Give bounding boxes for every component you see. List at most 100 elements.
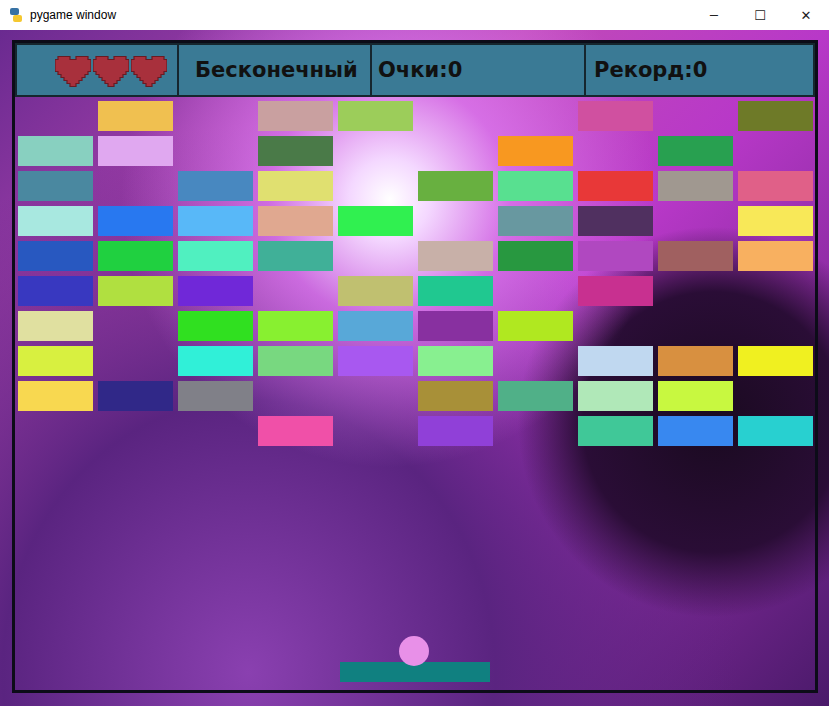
brick bbox=[338, 346, 413, 376]
brick bbox=[18, 346, 93, 376]
brick bbox=[178, 241, 253, 271]
brick bbox=[178, 346, 253, 376]
brick bbox=[178, 276, 253, 306]
empty-cell bbox=[418, 101, 493, 131]
brick bbox=[658, 171, 733, 201]
pygame-app: pygame window─☐✕ БесконечныйОчки:0Рекорд:… bbox=[0, 0, 829, 706]
empty-cell bbox=[178, 136, 253, 166]
empty-cell bbox=[98, 416, 173, 446]
brick bbox=[178, 311, 253, 341]
brick bbox=[418, 416, 493, 446]
lives bbox=[17, 45, 179, 95]
brick bbox=[418, 171, 493, 201]
brick bbox=[578, 416, 653, 446]
brick bbox=[738, 241, 813, 271]
empty-cell bbox=[658, 206, 733, 236]
empty-cell bbox=[18, 416, 93, 446]
brick bbox=[658, 241, 733, 271]
brick bbox=[738, 416, 813, 446]
brick bbox=[258, 206, 333, 236]
empty-cell bbox=[418, 206, 493, 236]
empty-cell bbox=[178, 101, 253, 131]
brick bbox=[18, 136, 93, 166]
brick bbox=[658, 136, 733, 166]
brick bbox=[578, 206, 653, 236]
brick bbox=[338, 206, 413, 236]
brick bbox=[98, 241, 173, 271]
record-label: Рекорд:0 bbox=[586, 45, 813, 95]
empty-cell bbox=[738, 311, 813, 341]
brick bbox=[98, 101, 173, 131]
brick bbox=[578, 276, 653, 306]
brick bbox=[258, 416, 333, 446]
brick bbox=[18, 171, 93, 201]
empty-cell bbox=[498, 101, 573, 131]
brick bbox=[578, 346, 653, 376]
brick bbox=[418, 346, 493, 376]
window-control-button[interactable]: ─ bbox=[691, 0, 737, 30]
brick bbox=[258, 346, 333, 376]
brick bbox=[98, 136, 173, 166]
brick bbox=[258, 101, 333, 131]
brick bbox=[498, 171, 573, 201]
brick bbox=[498, 311, 573, 341]
brick bbox=[658, 381, 733, 411]
empty-cell bbox=[658, 311, 733, 341]
brick bbox=[18, 276, 93, 306]
brick bbox=[178, 381, 253, 411]
heart-icon bbox=[131, 53, 167, 87]
empty-cell bbox=[498, 416, 573, 446]
brick bbox=[258, 136, 333, 166]
brick bbox=[658, 416, 733, 446]
ball bbox=[399, 636, 429, 666]
brick bbox=[98, 206, 173, 236]
empty-cell bbox=[98, 346, 173, 376]
brick bbox=[178, 171, 253, 201]
brick bbox=[578, 171, 653, 201]
brick bbox=[738, 346, 813, 376]
brick bbox=[18, 206, 93, 236]
brick bbox=[738, 171, 813, 201]
brick bbox=[658, 346, 733, 376]
brick bbox=[18, 381, 93, 411]
empty-cell bbox=[18, 101, 93, 131]
brick bbox=[18, 241, 93, 271]
window-control-button[interactable]: ✕ bbox=[783, 0, 829, 30]
empty-cell bbox=[338, 241, 413, 271]
brick bbox=[738, 101, 813, 131]
brick bbox=[258, 311, 333, 341]
empty-cell bbox=[338, 416, 413, 446]
python-icon bbox=[8, 7, 24, 23]
empty-cell bbox=[338, 171, 413, 201]
brick bbox=[338, 311, 413, 341]
brick bbox=[98, 276, 173, 306]
brick bbox=[338, 276, 413, 306]
brick bbox=[258, 241, 333, 271]
brick bbox=[738, 206, 813, 236]
brick bbox=[338, 101, 413, 131]
brick bbox=[258, 171, 333, 201]
brick bbox=[418, 311, 493, 341]
empty-cell bbox=[658, 276, 733, 306]
empty-cell bbox=[418, 136, 493, 166]
brick bbox=[178, 206, 253, 236]
empty-cell bbox=[98, 311, 173, 341]
empty-cell bbox=[738, 276, 813, 306]
empty-cell bbox=[258, 381, 333, 411]
mode-label: Бесконечный bbox=[179, 45, 372, 95]
brick bbox=[418, 276, 493, 306]
brick-grid bbox=[15, 97, 815, 446]
brick bbox=[418, 381, 493, 411]
brick bbox=[578, 101, 653, 131]
empty-cell bbox=[658, 101, 733, 131]
heart-icon bbox=[55, 53, 91, 87]
score-label: Очки:0 bbox=[372, 45, 586, 95]
brick bbox=[18, 311, 93, 341]
empty-cell bbox=[578, 311, 653, 341]
brick bbox=[98, 381, 173, 411]
brick bbox=[578, 241, 653, 271]
window-control-button[interactable]: ☐ bbox=[737, 0, 783, 30]
empty-cell bbox=[178, 416, 253, 446]
empty-cell bbox=[498, 346, 573, 376]
title-bar: pygame window─☐✕ bbox=[0, 0, 829, 30]
